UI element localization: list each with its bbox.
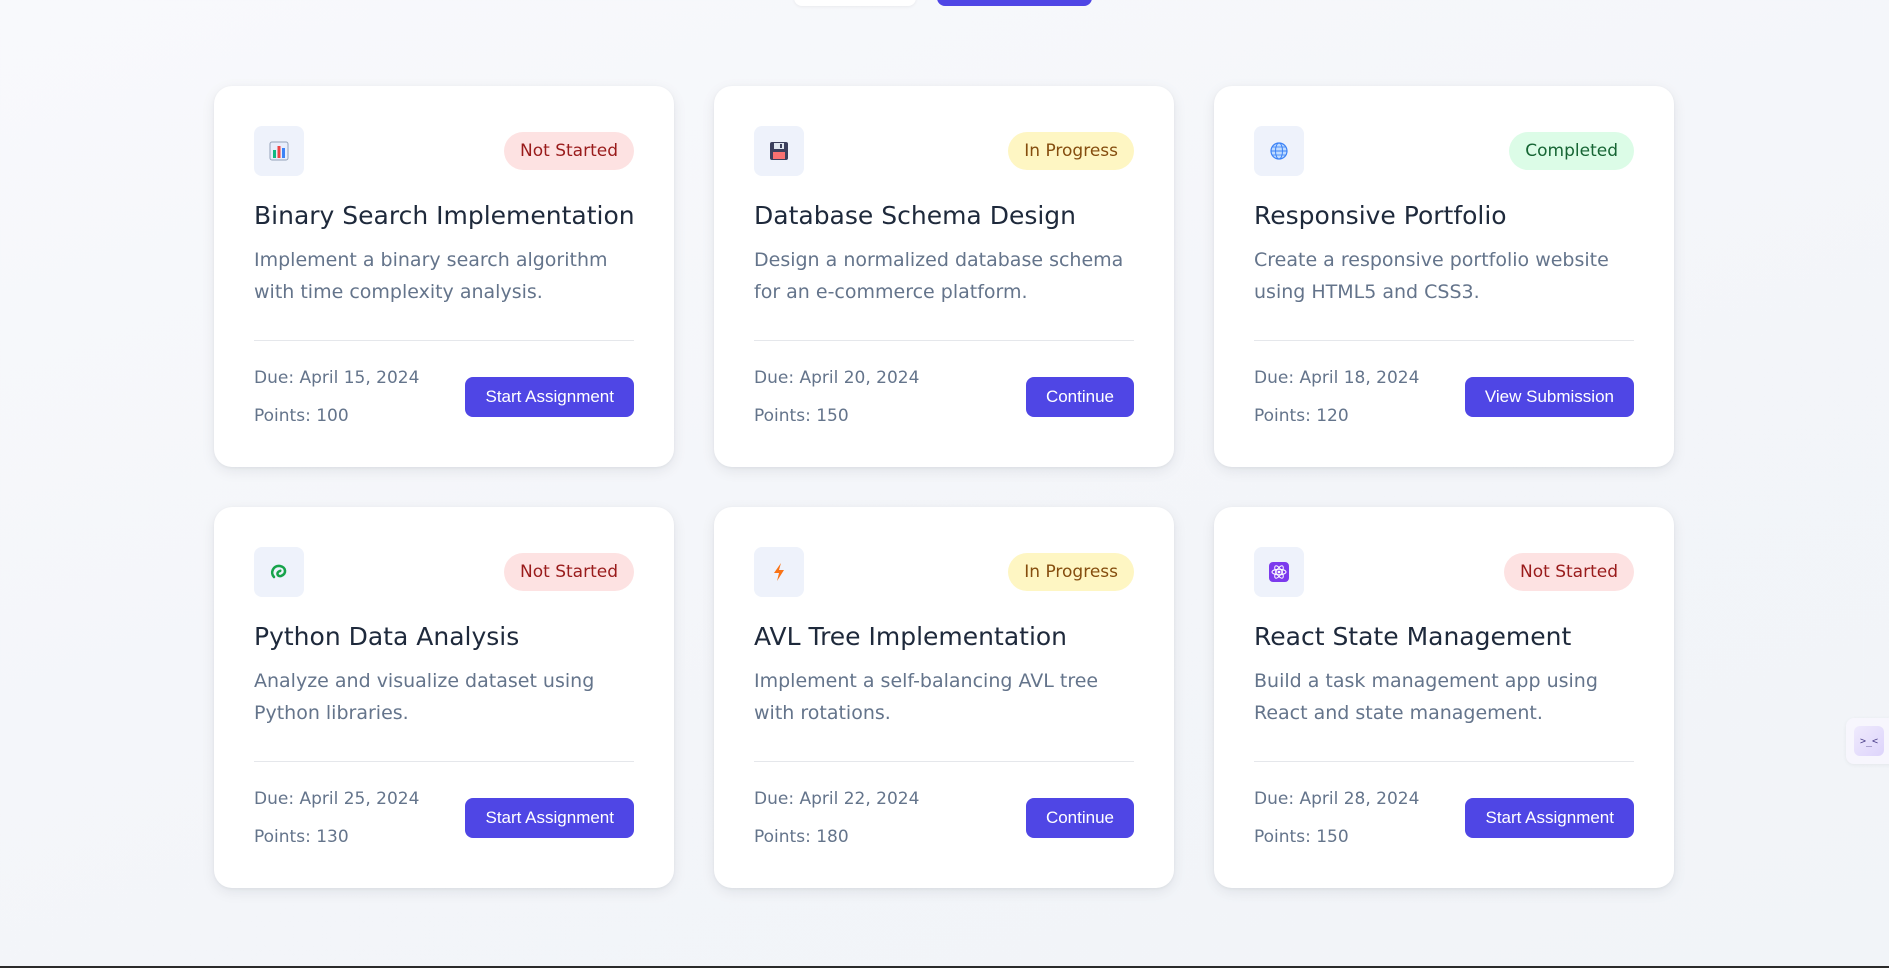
status-badge: Completed xyxy=(1509,132,1634,170)
assignment-title: AVL Tree Implementation xyxy=(754,622,1068,651)
due-date: Due: April 22, 2024 xyxy=(754,789,920,809)
status-badge: Not Started xyxy=(504,553,634,591)
due-date: Due: April 25, 2024 xyxy=(254,789,420,809)
divider xyxy=(1254,761,1634,762)
filter-tab[interactable] xyxy=(794,0,916,6)
due-date: Due: April 18, 2024 xyxy=(1254,368,1420,388)
start-assignment-button[interactable]: Start Assignment xyxy=(465,798,634,838)
points: Points: 180 xyxy=(754,827,849,847)
assignment-card: In Progress AVL Tree Implementation Impl… xyxy=(714,507,1174,888)
filter-tab-active[interactable] xyxy=(937,0,1092,6)
points: Points: 120 xyxy=(1254,406,1349,426)
assignment-title: React State Management xyxy=(1254,622,1572,651)
status-badge: In Progress xyxy=(1008,132,1134,170)
continue-button[interactable]: Continue xyxy=(1025,798,1134,838)
assignment-description: Create a responsive portfolio website us… xyxy=(1254,249,1609,303)
assignment-card: In Progress Database Schema Design Desig… xyxy=(714,86,1174,467)
assignment-description: Build a task management app using React … xyxy=(1254,670,1598,724)
divider xyxy=(1254,340,1634,341)
assignment-description: Implement a binary search algorithm with… xyxy=(254,249,608,303)
atom-icon xyxy=(1254,547,1304,597)
divider xyxy=(254,340,634,341)
assignment-title: Responsive Portfolio xyxy=(1254,201,1507,230)
bar-chart-icon xyxy=(254,126,304,176)
lightning-icon xyxy=(754,547,804,597)
view-submission-button[interactable]: View Submission xyxy=(1464,377,1634,417)
assignment-description: Implement a self-balancing AVL tree with… xyxy=(754,670,1099,724)
assignment-description: Design a normalized database schema for … xyxy=(754,249,1124,303)
start-assignment-button[interactable]: Start Assignment xyxy=(465,377,634,417)
divider xyxy=(754,340,1134,341)
assignment-card: Not Started Python Data Analysis Analyze… xyxy=(214,507,674,888)
assignment-card: Completed Responsive Portfolio Create a … xyxy=(1214,86,1674,467)
start-assignment-button[interactable]: Start Assignment xyxy=(1465,798,1634,838)
points: Points: 150 xyxy=(754,406,849,426)
assignment-grid: Not Started Binary Search Implementation… xyxy=(214,86,1674,888)
status-badge: Not Started xyxy=(504,132,634,170)
status-badge: Not Started xyxy=(1504,553,1634,591)
points: Points: 130 xyxy=(254,827,349,847)
points: Points: 150 xyxy=(1254,827,1349,847)
status-badge: In Progress xyxy=(1008,553,1134,591)
due-date: Due: April 20, 2024 xyxy=(754,368,920,388)
due-date: Due: April 28, 2024 xyxy=(1254,789,1420,809)
assignment-card: Not Started Binary Search Implementation… xyxy=(214,86,674,467)
divider xyxy=(754,761,1134,762)
terminal-icon: >_< xyxy=(1854,726,1884,756)
side-widget-button[interactable]: >_< xyxy=(1846,718,1889,764)
assignment-title: Binary Search Implementation xyxy=(254,201,635,230)
globe-icon xyxy=(1254,126,1304,176)
due-date: Due: April 15, 2024 xyxy=(254,368,420,388)
snake-icon xyxy=(254,547,304,597)
divider xyxy=(254,761,634,762)
assignment-title: Database Schema Design xyxy=(754,201,1077,230)
floppy-disk-icon xyxy=(754,126,804,176)
points: Points: 100 xyxy=(254,406,349,426)
continue-button[interactable]: Continue xyxy=(1025,377,1134,417)
assignment-description: Analyze and visualize dataset using Pyth… xyxy=(254,670,595,724)
assignment-card: Not Started React State Management Build… xyxy=(1214,507,1674,888)
assignment-title: Python Data Analysis xyxy=(254,622,520,651)
